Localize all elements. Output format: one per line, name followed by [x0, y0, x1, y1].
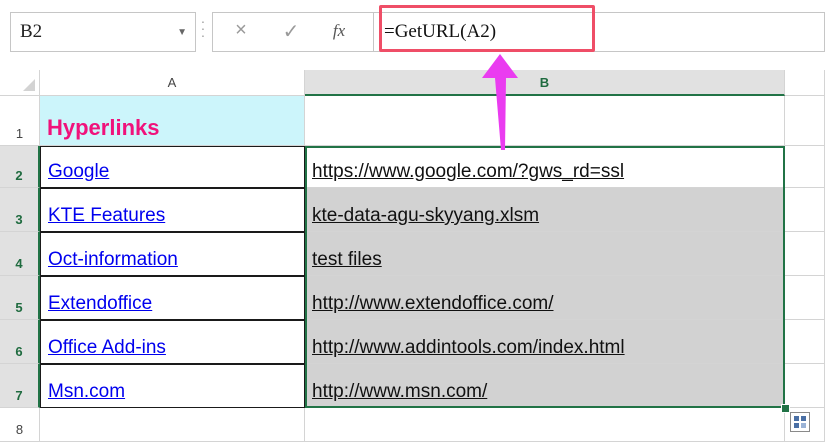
- cell-b8[interactable]: [305, 408, 785, 442]
- select-all-corner[interactable]: [0, 70, 40, 96]
- cell-a2[interactable]: Google: [40, 146, 305, 188]
- cell-c3[interactable]: [785, 188, 825, 232]
- hyperlinks-heading: Hyperlinks: [47, 115, 160, 140]
- cell-a4[interactable]: Oct-information: [40, 232, 305, 276]
- quick-analysis-icon[interactable]: [790, 412, 810, 432]
- hyperlink[interactable]: Office Add-ins: [48, 337, 166, 359]
- row-7: 7 Msn.com http://www.msn.com/: [0, 364, 825, 408]
- hyperlink[interactable]: Google: [48, 161, 109, 183]
- cell-c6[interactable]: [785, 320, 825, 364]
- chevron-down-icon[interactable]: ▼: [177, 27, 187, 38]
- url-text: http://www.msn.com/: [312, 381, 488, 402]
- cell-b4[interactable]: test files: [305, 232, 785, 276]
- cell-a6[interactable]: Office Add-ins: [40, 320, 305, 364]
- cell-c5[interactable]: [785, 276, 825, 320]
- url-text: https://www.google.com/?gws_rd=ssl: [312, 161, 625, 182]
- cancel-icon[interactable]: ×: [227, 19, 255, 42]
- formula-highlight-box: [379, 5, 595, 52]
- drag-handle-icon[interactable]: · · ·: [200, 14, 206, 42]
- url-text: test files: [312, 249, 382, 270]
- cell-a8[interactable]: [40, 408, 305, 442]
- cell-a1[interactable]: Hyperlinks: [40, 96, 305, 146]
- formula-buttons: × ✓ fx: [212, 12, 374, 52]
- url-text: http://www.addintools.com/index.html: [312, 337, 625, 358]
- row-4: 4 Oct-information test files: [0, 232, 825, 276]
- row-3: 3 KTE Features kte-data-agu-skyyang.xlsm: [0, 188, 825, 232]
- formula-bar: B2 ▼ · · · × ✓ fx =GetURL(A2): [0, 0, 825, 70]
- row-header[interactable]: 3: [0, 188, 40, 232]
- row-header[interactable]: 7: [0, 364, 40, 408]
- cell-b7[interactable]: http://www.msn.com/: [305, 364, 785, 408]
- hyperlink[interactable]: Msn.com: [48, 381, 125, 403]
- enter-icon[interactable]: ✓: [277, 19, 305, 44]
- cell-c2[interactable]: [785, 146, 825, 188]
- annotation-arrow-icon: [482, 54, 518, 150]
- hyperlink[interactable]: Extendoffice: [48, 293, 152, 315]
- column-header-c[interactable]: [785, 70, 825, 96]
- fill-handle[interactable]: [781, 404, 790, 413]
- name-box[interactable]: B2 ▼: [10, 12, 196, 52]
- row-8: 8: [0, 408, 825, 442]
- cell-c4[interactable]: [785, 232, 825, 276]
- insert-function-icon[interactable]: fx: [325, 21, 353, 41]
- cell-a3[interactable]: KTE Features: [40, 188, 305, 232]
- spreadsheet-grid: A B 1 Hyperlinks 2 Google https://www.go…: [0, 70, 825, 442]
- row-header[interactable]: 2: [0, 146, 40, 188]
- cell-b5[interactable]: http://www.extendoffice.com/: [305, 276, 785, 320]
- row-header[interactable]: 5: [0, 276, 40, 320]
- cell-a5[interactable]: Extendoffice: [40, 276, 305, 320]
- row-header[interactable]: 8: [0, 408, 40, 442]
- row-header[interactable]: 1: [0, 96, 40, 146]
- cell-c1[interactable]: [785, 96, 825, 146]
- row-2: 2 Google https://www.google.com/?gws_rd=…: [0, 146, 825, 188]
- cell-b3[interactable]: kte-data-agu-skyyang.xlsm: [305, 188, 785, 232]
- row-5: 5 Extendoffice http://www.extendoffice.c…: [0, 276, 825, 320]
- name-box-value: B2: [20, 21, 43, 42]
- hyperlink[interactable]: Oct-information: [48, 249, 178, 271]
- cell-b6[interactable]: http://www.addintools.com/index.html: [305, 320, 785, 364]
- cell-a7[interactable]: Msn.com: [40, 364, 305, 408]
- column-header-b[interactable]: B: [305, 70, 785, 96]
- cell-b1[interactable]: [305, 96, 785, 146]
- row-header[interactable]: 6: [0, 320, 40, 364]
- hyperlink[interactable]: KTE Features: [48, 205, 165, 227]
- row-header[interactable]: 4: [0, 232, 40, 276]
- url-text: http://www.extendoffice.com/: [312, 293, 554, 314]
- url-text: kte-data-agu-skyyang.xlsm: [312, 205, 540, 226]
- select-all-triangle-icon: [23, 79, 35, 91]
- cell-b2[interactable]: https://www.google.com/?gws_rd=ssl: [305, 146, 785, 188]
- cell-c7[interactable]: [785, 364, 825, 408]
- row-6: 6 Office Add-ins http://www.addintools.c…: [0, 320, 825, 364]
- column-header-a[interactable]: A: [40, 70, 305, 96]
- row-1: 1 Hyperlinks: [0, 96, 825, 146]
